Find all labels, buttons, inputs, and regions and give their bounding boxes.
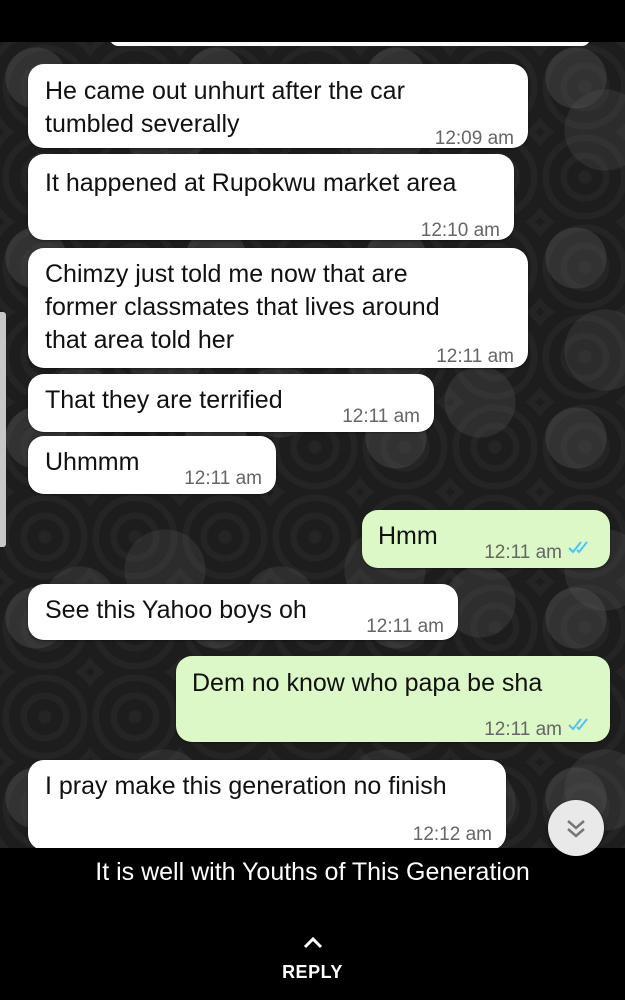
previous-message-edge <box>110 42 590 46</box>
message-time: 12:10 am <box>420 220 500 241</box>
double-chevron-down-icon <box>567 820 585 838</box>
message-bubble-incoming[interactable]: He came out unhurt after the car tumbled… <box>28 64 528 149</box>
message-text: Chimzy just told me now that are <box>45 260 408 288</box>
image-caption: It is well with Youths of This Generatio… <box>95 858 530 886</box>
message-time: 12:11 am <box>436 346 514 367</box>
message-text: tumbled severally <box>45 110 240 138</box>
chat-area[interactable]: He came out unhurt after the car tumbled… <box>0 42 625 848</box>
read-receipt-icon <box>568 541 588 554</box>
message-text: See this Yahoo boys oh <box>45 596 307 624</box>
read-receipt-icon <box>568 718 588 731</box>
message-time: 12:11 am <box>484 719 562 740</box>
message-bubble-outgoing[interactable]: Hmm 12:11 am <box>362 510 610 568</box>
message-text: He came out unhurt after the car <box>45 77 405 105</box>
message-bubble-incoming[interactable]: I pray make this generation no finish 12… <box>28 760 506 848</box>
message-time: 12:11 am <box>184 468 262 489</box>
message-bubble-incoming[interactable]: That they are terrified 12:11 am <box>28 374 434 432</box>
message-time: 12:12 am <box>412 824 492 845</box>
message-time: 12:11 am <box>342 406 420 427</box>
chevron-up-icon[interactable] <box>301 934 325 950</box>
message-text: I pray make this generation no finish <box>45 772 447 800</box>
message-text: That they are terrified <box>45 386 283 414</box>
scroll-to-bottom-button[interactable] <box>548 800 604 856</box>
message-bubble-incoming[interactable]: It happened at Rupokwu market area 12:10… <box>28 154 514 241</box>
reply-button[interactable]: REPLY <box>0 962 625 983</box>
message-bubble-outgoing[interactable]: Dem no know who papa be sha 12:11 am <box>176 656 610 742</box>
message-time: 12:09 am <box>434 128 514 149</box>
message-text: that area told her <box>45 326 235 354</box>
message-bubble-incoming[interactable]: Chimzy just told me now that are former … <box>28 248 528 368</box>
message-bubble-incoming[interactable]: See this Yahoo boys oh 12:11 am <box>28 584 458 640</box>
scroll-indicator[interactable] <box>0 312 6 547</box>
message-time: 12:11 am <box>366 616 444 637</box>
message-text: former classmates that lives around <box>45 293 440 321</box>
message-time: 12:11 am <box>484 542 562 563</box>
message-text: It happened at Rupokwu market area <box>45 169 457 197</box>
message-text: Hmm <box>378 522 438 550</box>
message-text: Dem no know who papa be sha <box>192 669 543 697</box>
message-text: Uhmmm <box>45 448 140 476</box>
message-bubble-incoming[interactable]: Uhmmm 12:11 am <box>28 436 276 494</box>
